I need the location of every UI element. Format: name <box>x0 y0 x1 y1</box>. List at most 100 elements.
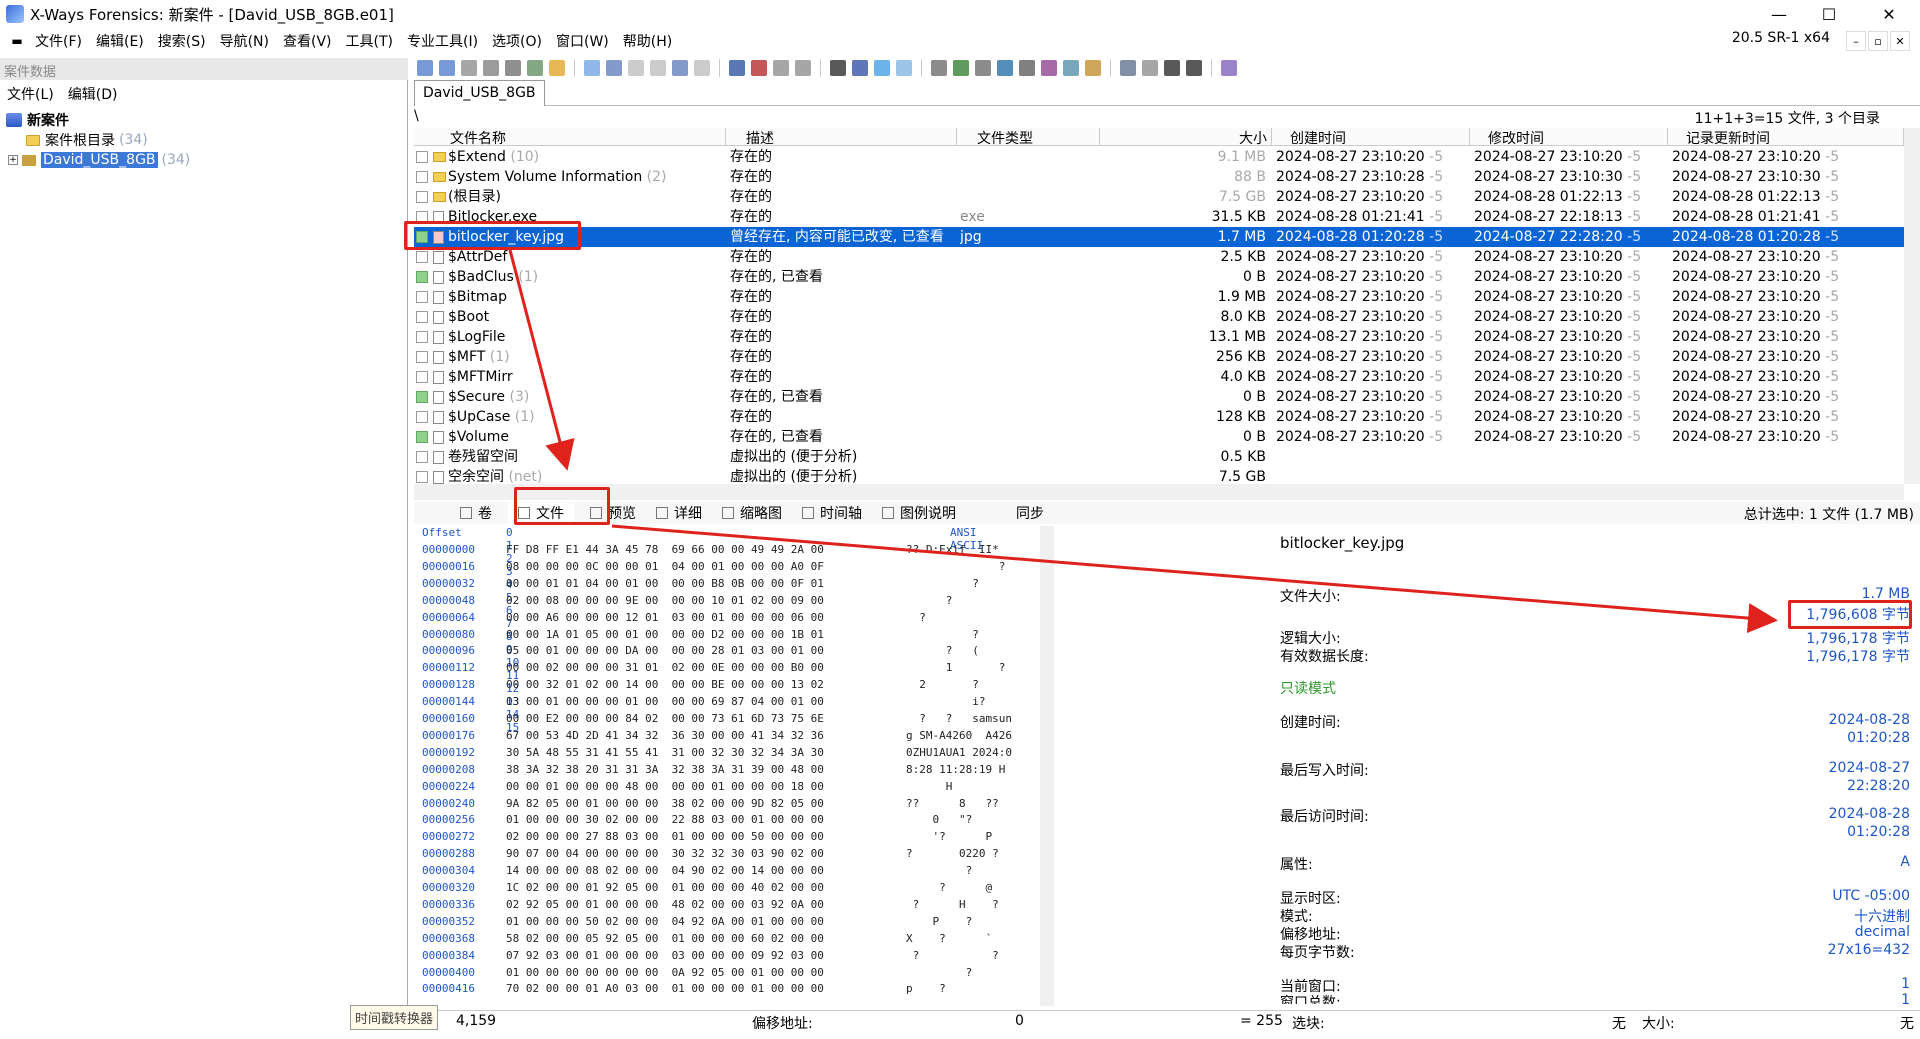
toolbar-button-icon[interactable] <box>672 60 688 76</box>
toolbar-button-icon[interactable] <box>549 60 565 76</box>
col-rtime[interactable]: 记录更新时间 <box>1668 128 1904 147</box>
toolbar-button-icon[interactable] <box>1041 60 1057 76</box>
toolbar-button-icon[interactable] <box>461 60 477 76</box>
toolbar-button-icon[interactable] <box>1164 60 1180 76</box>
col-name[interactable]: 文件名称 <box>414 128 726 147</box>
sub-close-button[interactable]: ✕ <box>1890 31 1910 51</box>
row-checkbox[interactable] <box>416 191 428 203</box>
file-row[interactable]: System Volume Information (2) 存在的 88 B 2024… <box>414 167 1904 187</box>
toolbar-button-icon[interactable] <box>751 60 767 76</box>
col-size[interactable]: 大小 <box>1100 128 1272 147</box>
row-checkbox[interactable] <box>416 451 428 463</box>
toolbar-button-icon[interactable] <box>975 60 991 76</box>
row-checkbox[interactable] <box>416 291 428 303</box>
toolbar-button-icon[interactable] <box>1063 60 1079 76</box>
case-menu-file[interactable]: 文件(L) <box>0 82 61 104</box>
file-row[interactable]: $Bitmap 存在的 1.9 MB 2024-08-27 23:10:20 -5 20… <box>414 287 1904 307</box>
toolbar-button-icon[interactable] <box>1221 60 1237 76</box>
col-mtime[interactable]: 修改时间 <box>1470 128 1668 147</box>
col-type[interactable]: 文件类型 <box>957 128 1100 147</box>
file-table-vscroll[interactable] <box>1904 128 1920 484</box>
tab-details[interactable]: 详细 <box>646 503 712 523</box>
menu-options[interactable]: 选项(O) <box>485 31 549 51</box>
row-checkbox[interactable] <box>416 171 428 183</box>
file-row[interactable]: 空余空间 (net) 虚拟出的 (便于分析) 7.5 GB <box>414 467 1904 484</box>
file-row[interactable]: $Boot 存在的 8.0 KB 2024-08-27 23:10:20 -5 2024… <box>414 307 1904 327</box>
row-checkbox[interactable] <box>416 471 428 483</box>
maximize-button[interactable]: ☐ <box>1806 0 1852 28</box>
file-row[interactable]: $MFT (1) 存在的 256 KB 2024-08-27 23:10:20 -5 2… <box>414 347 1904 367</box>
file-row[interactable]: $BadClus (1) 存在的, 已查看 0 B 2024-08-27 23:10:… <box>414 267 1904 287</box>
file-row[interactable]: 卷残留空间 虚拟出的 (便于分析) 0.5 KB <box>414 447 1904 467</box>
menu-tools[interactable]: 工具(T) <box>339 31 400 51</box>
toolbar-button-icon[interactable] <box>1142 60 1158 76</box>
menu-file[interactable]: 文件(F) <box>28 31 89 51</box>
expand-icon[interactable]: + <box>8 155 18 165</box>
sub-restore-button[interactable]: ▫ <box>1868 31 1888 51</box>
file-row[interactable]: $Volume 存在的, 已查看 0 B 2024-08-27 23:10:20 -5… <box>414 427 1904 447</box>
toolbar-button-icon[interactable] <box>628 60 644 76</box>
toolbar-button-icon[interactable] <box>483 60 499 76</box>
menu-edit[interactable]: 编辑(E) <box>89 31 151 51</box>
file-row[interactable]: $LogFile 存在的 13.1 MB 2024-08-27 23:10:20 -5… <box>414 327 1904 347</box>
tree-evidence-node[interactable]: + David_USB_8GB (34) <box>8 150 190 170</box>
toolbar-button-icon[interactable] <box>874 60 890 76</box>
toolbar-button-icon[interactable] <box>953 60 969 76</box>
menu-view[interactable]: 查看(V) <box>276 31 339 51</box>
col-desc[interactable]: 描述 <box>726 128 957 147</box>
col-ctime[interactable]: 创建时间 <box>1272 128 1470 147</box>
file-row[interactable]: (根目录) 存在的 7.5 GB 2024-08-27 23:10:20 -5 2024… <box>414 187 1904 207</box>
toolbar-button-icon[interactable] <box>997 60 1013 76</box>
toolbar-button-icon[interactable] <box>830 60 846 76</box>
menu-search[interactable]: 搜索(S) <box>151 31 213 51</box>
toolbar-button-icon[interactable] <box>527 60 543 76</box>
toolbar-button-icon[interactable] <box>931 60 947 76</box>
menu-navigate[interactable]: 导航(N) <box>213 31 276 51</box>
row-checkbox[interactable] <box>416 151 428 163</box>
toolbar-button-icon[interactable] <box>606 60 622 76</box>
file-row[interactable]: $UpCase (1) 存在的 128 KB 2024-08-27 23:10:20 … <box>414 407 1904 427</box>
file-row[interactable]: $AttrDef 存在的 2.5 KB 2024-08-27 23:10:20 -5 2… <box>414 247 1904 267</box>
toolbar-button-icon[interactable] <box>852 60 868 76</box>
file-row[interactable]: $MFTMirr 存在的 4.0 KB 2024-08-27 23:10:20 -5 2… <box>414 367 1904 387</box>
tab-sync[interactable]: 同步 <box>1006 503 1054 523</box>
toolbar-button-icon[interactable] <box>650 60 666 76</box>
toolbar-button-icon[interactable] <box>896 60 912 76</box>
toolbar-button-icon[interactable] <box>439 60 455 76</box>
row-checkbox[interactable] <box>416 351 428 363</box>
row-checkbox[interactable] <box>416 271 428 283</box>
file-row[interactable]: bitlocker_key.jpg 曾经存在, 内容可能已改变, 已查看 jpg 1.… <box>414 227 1904 247</box>
file-row[interactable]: Bitlocker.exe 存在的 exe 31.5 KB 2024-08-28 01:… <box>414 207 1904 227</box>
disk-icon[interactable]: ▬ <box>6 34 28 48</box>
toolbar-button-icon[interactable] <box>1019 60 1035 76</box>
menu-window[interactable]: 窗口(W) <box>549 31 616 51</box>
file-row[interactable]: $Secure (3) 存在的, 已查看 0 B 2024-08-27 23:10:2… <box>414 387 1904 407</box>
hex-vscroll[interactable] <box>1040 526 1054 1006</box>
minimize-button[interactable]: — <box>1756 0 1802 28</box>
row-checkbox[interactable] <box>416 371 428 383</box>
row-checkbox[interactable] <box>416 411 428 423</box>
toolbar-button-icon[interactable] <box>1186 60 1202 76</box>
tab-volume[interactable]: 卷 <box>450 503 502 523</box>
menu-help[interactable]: 帮助(H) <box>616 31 679 51</box>
sub-minimize-button[interactable]: – <box>1846 31 1866 51</box>
row-checkbox[interactable] <box>416 251 428 263</box>
toolbar-button-icon[interactable] <box>795 60 811 76</box>
row-checkbox[interactable] <box>416 431 428 443</box>
row-checkbox[interactable] <box>416 391 428 403</box>
toolbar-button-icon[interactable] <box>417 60 433 76</box>
file-table-hscroll[interactable] <box>414 484 1904 500</box>
menu-specialist[interactable]: 专业工具(I) <box>400 31 485 51</box>
toolbar-button-icon[interactable] <box>505 60 521 76</box>
toolbar-button-icon[interactable] <box>773 60 789 76</box>
tab-evidence[interactable]: David_USB_8GB <box>414 80 545 106</box>
toolbar-button-icon[interactable] <box>1085 60 1101 76</box>
toolbar-button-icon[interactable] <box>1120 60 1136 76</box>
file-row[interactable]: $Extend (10) 存在的 9.1 MB 2024-08-27 23:10:20… <box>414 147 1904 167</box>
case-menu-edit[interactable]: 编辑(D) <box>61 82 125 104</box>
tab-gallery[interactable]: 缩略图 <box>712 503 792 523</box>
toolbar-button-icon[interactable] <box>584 60 600 76</box>
toolbar-button-icon[interactable] <box>729 60 745 76</box>
tree-root-node[interactable]: 案件根目录 (34) <box>26 130 148 150</box>
close-button[interactable]: ✕ <box>1866 0 1912 28</box>
